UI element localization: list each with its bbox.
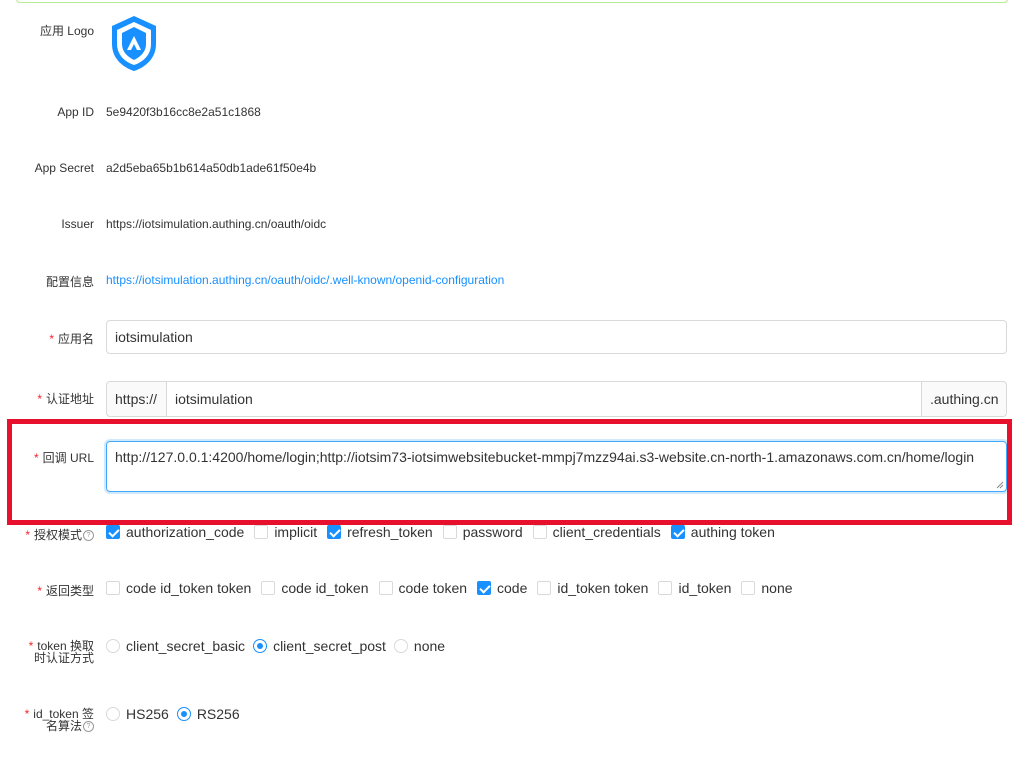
response-type-option[interactable]: code id_token bbox=[261, 580, 369, 596]
grant-types-label-text: 授权模式 bbox=[33, 528, 82, 542]
app-secret-label: App Secret bbox=[34, 161, 94, 175]
response-types-label: * 返回类型 bbox=[37, 584, 94, 598]
grant-type-option[interactable]: refresh_token bbox=[327, 524, 433, 540]
grant-type-option[interactable]: client_credentials bbox=[532, 524, 661, 540]
app-id-label: App ID bbox=[57, 105, 94, 119]
response-types-label-text: 返回类型 bbox=[45, 584, 94, 598]
option-label: client_secret_basic bbox=[126, 638, 246, 654]
response-type-option[interactable]: id_token bbox=[658, 580, 731, 596]
response-type-option[interactable]: none bbox=[741, 580, 793, 596]
highlight-box bbox=[7, 419, 1012, 525]
option-label: HS256 bbox=[126, 706, 169, 722]
option-label: none bbox=[761, 580, 793, 596]
id-token-alg-option[interactable]: HS256 bbox=[106, 706, 169, 722]
token-auth-option[interactable]: client_secret_basic bbox=[106, 638, 245, 654]
auth-domain-prefix: https:// bbox=[106, 381, 167, 417]
checkbox[interactable] bbox=[532, 525, 547, 539]
checkbox[interactable] bbox=[442, 525, 457, 539]
option-label: RS256 bbox=[196, 706, 240, 722]
auth-domain-suffix: .authing.cn bbox=[921, 381, 1007, 417]
grant-type-option[interactable]: password bbox=[442, 524, 523, 540]
auth-domain-input[interactable]: iotsimulation bbox=[167, 381, 921, 417]
app-name-label-text: 应用名 bbox=[57, 332, 94, 346]
radio[interactable] bbox=[176, 707, 191, 721]
checkbox[interactable] bbox=[537, 581, 552, 595]
option-label: refresh_token bbox=[347, 524, 433, 540]
checkbox[interactable] bbox=[658, 581, 673, 595]
grant-type-option[interactable]: authing token bbox=[670, 524, 775, 540]
grant-type-option[interactable]: authorization_code bbox=[106, 524, 244, 540]
response-type-option[interactable]: id_token token bbox=[537, 580, 648, 596]
option-label: code token bbox=[398, 580, 468, 596]
option-label: id_token bbox=[678, 580, 732, 596]
token-auth-option[interactable]: client_secret_post bbox=[253, 638, 386, 654]
option-label: implicit bbox=[274, 524, 318, 540]
issuer-label: Issuer bbox=[61, 217, 94, 231]
help-icon[interactable]: ? bbox=[83, 530, 94, 542]
option-label: authing token bbox=[690, 524, 775, 540]
checkbox[interactable] bbox=[254, 525, 269, 539]
checkbox[interactable] bbox=[741, 581, 756, 595]
option-label: client_secret_post bbox=[273, 638, 386, 654]
checkbox[interactable] bbox=[477, 581, 492, 595]
id-token-alg-label: * id_token 签 名算法? bbox=[24, 707, 94, 733]
option-label: code id_token token bbox=[126, 580, 252, 596]
option-label: authorization_code bbox=[126, 524, 245, 540]
help-icon[interactable]: ? bbox=[83, 721, 94, 733]
id-token-alg-option[interactable]: RS256 bbox=[176, 706, 240, 722]
response-type-option[interactable]: code id_token token bbox=[106, 580, 251, 596]
app-name-label: * 应用名 bbox=[49, 332, 94, 346]
checkbox[interactable] bbox=[261, 581, 276, 595]
auth-domain-label-text: 认证地址 bbox=[45, 392, 94, 406]
option-label: client_credentials bbox=[552, 524, 661, 540]
auth-domain-group: https:// iotsimulation .authing.cn bbox=[106, 381, 1007, 417]
app-name-input[interactable]: iotsimulation bbox=[106, 320, 1007, 354]
checkbox[interactable] bbox=[670, 525, 685, 539]
grant-type-option[interactable]: implicit bbox=[254, 524, 317, 540]
id-token-alg-label-line2: 名算法 bbox=[45, 719, 82, 733]
option-label: code id_token bbox=[281, 580, 369, 596]
logo-label: 应用 Logo bbox=[39, 24, 94, 38]
token-auth-method-group: client_secret_basic client_secret_post n… bbox=[106, 638, 455, 654]
config-info-link[interactable]: https://iotsimulation.authing.cn/oauth/o… bbox=[106, 273, 504, 287]
token-auth-option[interactable]: none bbox=[393, 638, 446, 654]
token-auth-method-label: * token 换取 时认证方式 bbox=[28, 639, 94, 665]
option-label: none bbox=[413, 638, 446, 654]
grant-types-group: authorization_code implicit refresh_toke… bbox=[106, 524, 785, 540]
response-type-option[interactable]: code token bbox=[378, 580, 468, 596]
auth-domain-label: * 认证地址 bbox=[37, 392, 94, 406]
checkbox[interactable] bbox=[327, 525, 342, 539]
config-info-label: 配置信息 bbox=[45, 275, 94, 289]
app-secret-value: a2d5eba65b1b614a50db1ade61f50e4b bbox=[106, 161, 317, 175]
token-auth-label-line2: 时认证方式 bbox=[33, 651, 94, 665]
radio[interactable] bbox=[253, 639, 268, 653]
grant-types-label: * 授权模式? bbox=[25, 526, 94, 543]
checkbox[interactable] bbox=[106, 581, 120, 595]
radio[interactable] bbox=[393, 639, 408, 653]
option-label: code bbox=[497, 580, 528, 596]
alert-box-edge bbox=[16, 0, 1008, 3]
checkbox[interactable] bbox=[106, 525, 120, 539]
radio[interactable] bbox=[106, 639, 120, 653]
option-label: id_token token bbox=[557, 580, 649, 596]
radio[interactable] bbox=[106, 707, 120, 721]
app-id-value: 5e9420f3b16cc8e2a51c1868 bbox=[106, 105, 261, 119]
issuer-value: https://iotsimulation.authing.cn/oauth/o… bbox=[106, 217, 327, 231]
response-types-group: code id_token token code id_token code t… bbox=[106, 580, 803, 596]
id-token-alg-group: HS256 RS256 bbox=[106, 706, 250, 722]
checkbox[interactable] bbox=[378, 581, 393, 595]
shield-logo-icon[interactable] bbox=[108, 14, 160, 72]
option-label: password bbox=[462, 524, 523, 540]
response-type-option[interactable]: code bbox=[477, 580, 527, 596]
